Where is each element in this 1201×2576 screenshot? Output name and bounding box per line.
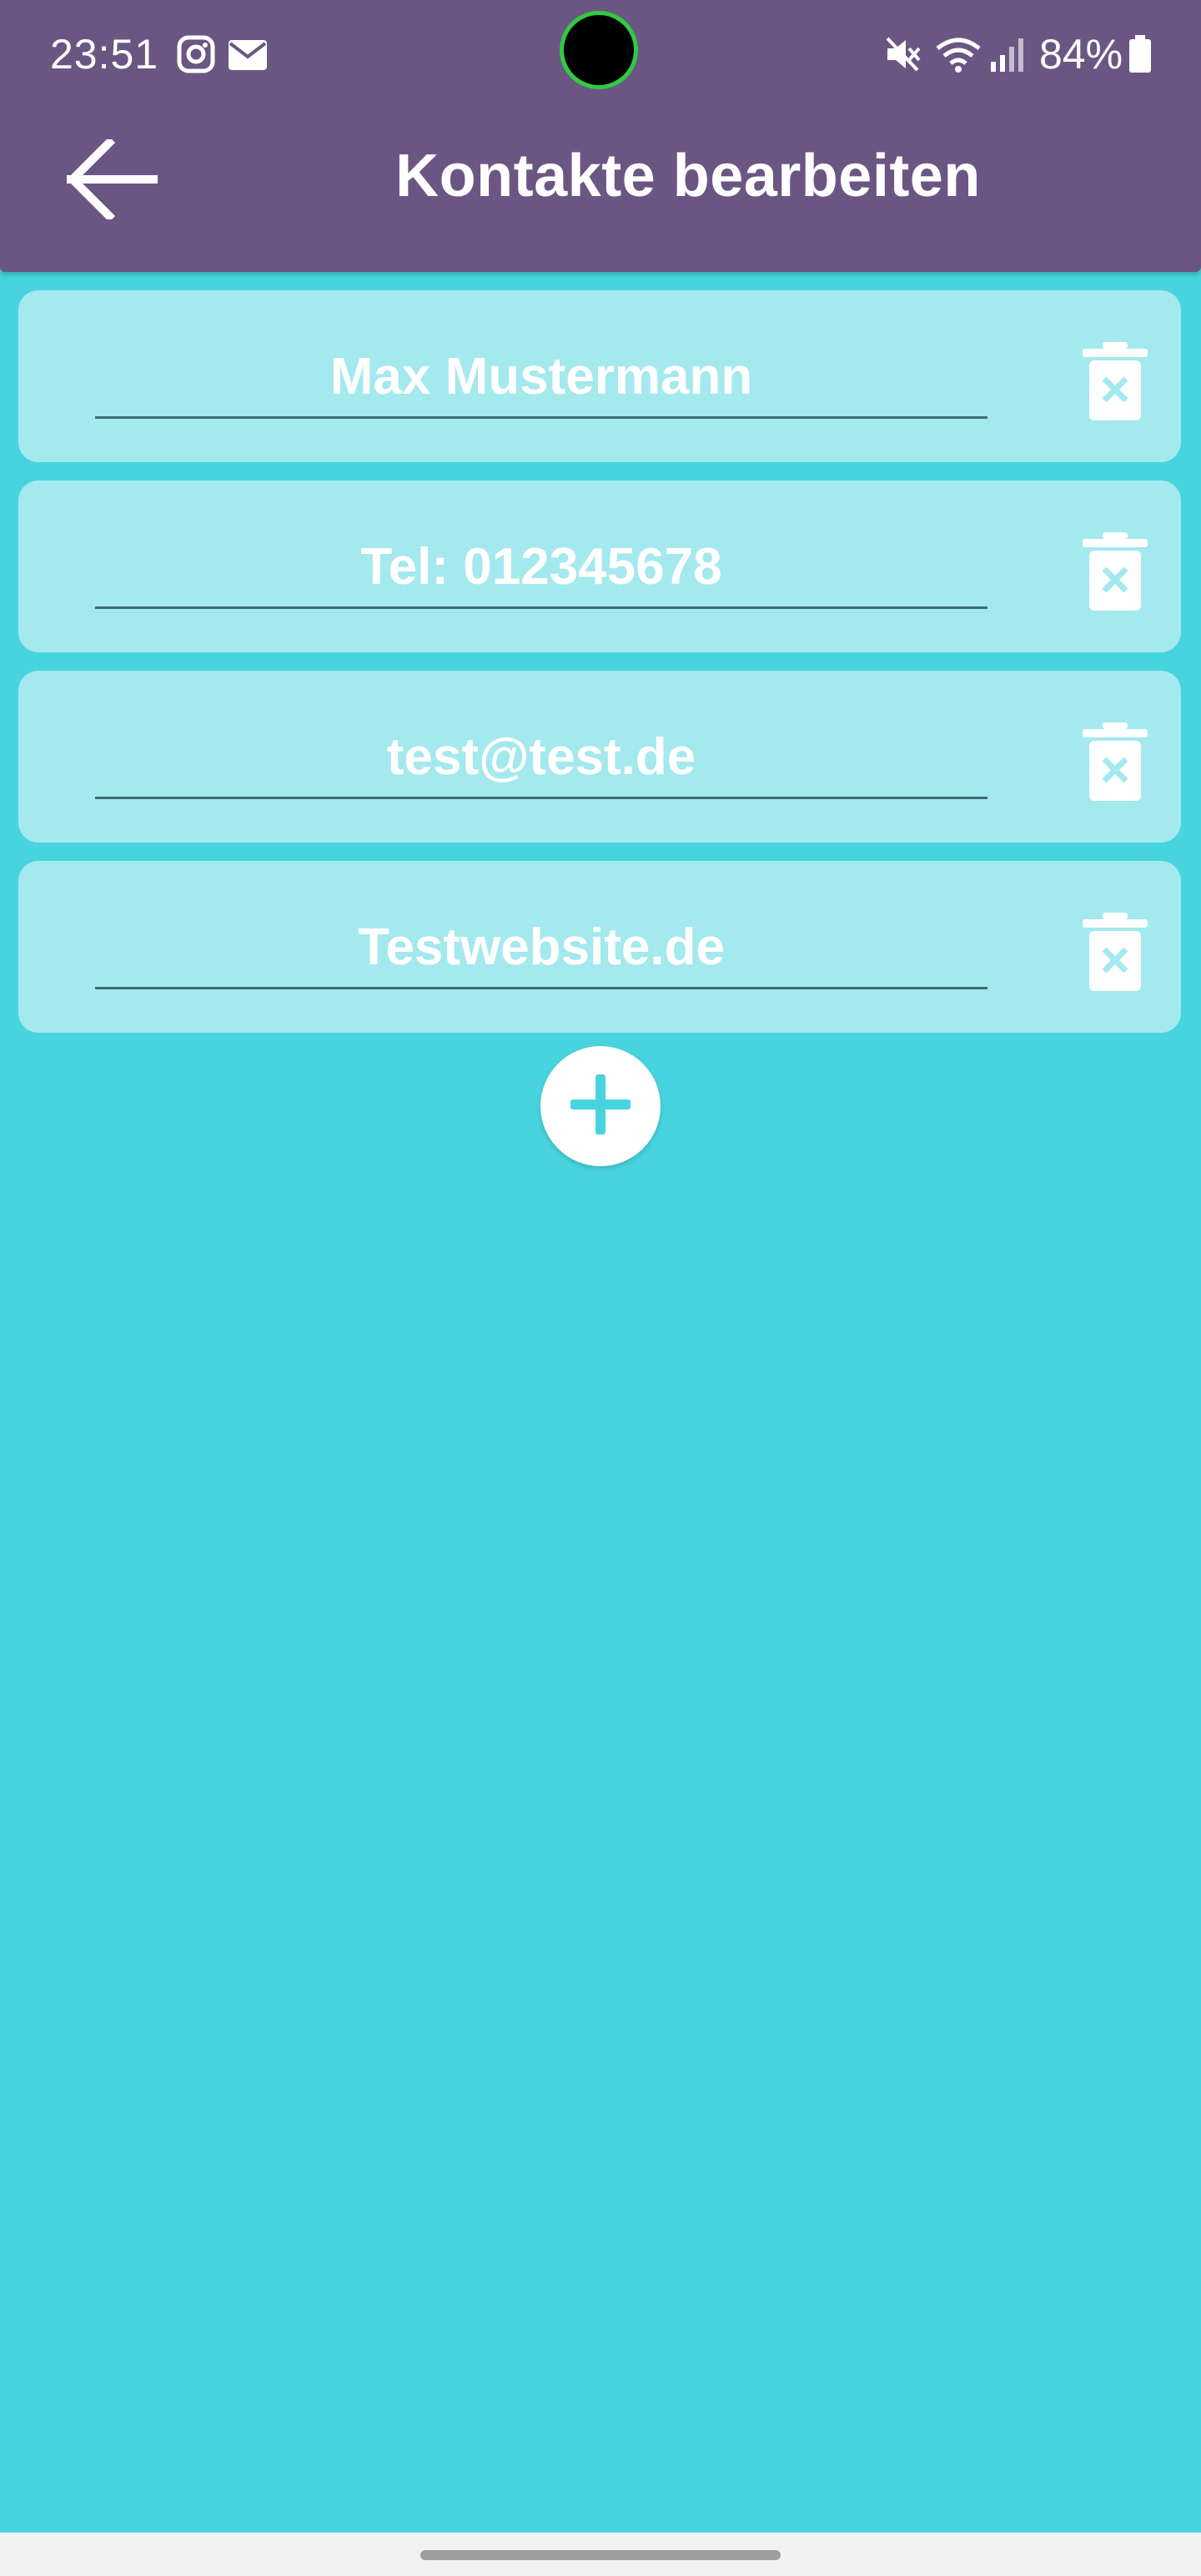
phone-input[interactable] [95,527,987,609]
trash-icon [1078,913,1153,996]
front-camera [564,15,634,85]
mute-icon [884,35,922,78]
contact-card-email [18,671,1181,843]
arrow-left-icon [66,136,158,224]
status-time: 23:51 [50,31,159,78]
website-input[interactable] [95,908,987,989]
trash-icon [1078,342,1153,425]
home-indicator[interactable] [420,2550,781,2560]
add-contact-field-button[interactable] [540,1046,661,1166]
wifi-icon [934,35,982,78]
back-button[interactable] [62,135,162,227]
delete-button[interactable] [1078,532,1153,612]
delete-button[interactable] [1078,342,1153,422]
contact-card-phone [18,480,1181,652]
signal-icon [989,37,1026,76]
delete-button[interactable] [1078,913,1153,993]
name-input[interactable] [95,337,987,419]
contact-card-name [18,290,1181,462]
trash-icon [1078,532,1153,616]
page-title: Kontakte bearbeiten [395,143,981,209]
delete-button[interactable] [1078,722,1153,802]
plus-icon [569,1072,632,1139]
battery-percentage: 84% [1039,31,1123,78]
status-bar: 23:51 84% [0,0,1201,108]
email-input[interactable] [95,717,987,799]
battery-icon [1128,35,1153,78]
contact-card-website [18,861,1181,1033]
mail-icon [229,40,267,74]
instagram-icon [177,35,215,78]
trash-icon [1078,722,1153,806]
